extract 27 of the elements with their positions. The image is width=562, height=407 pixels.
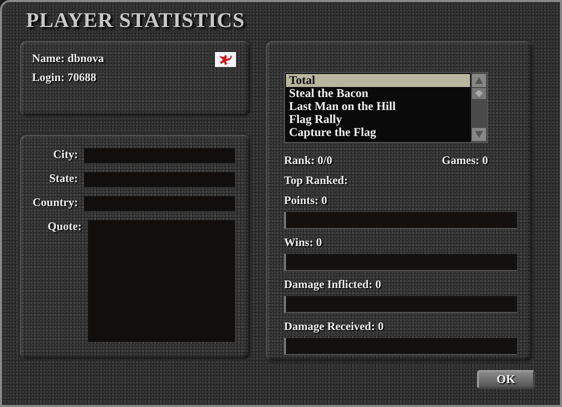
games-count: Games: 0 bbox=[442, 154, 488, 169]
text-field[interactable] bbox=[84, 148, 235, 163]
stat-label: Damage Inflicted: 0 bbox=[284, 278, 382, 293]
list-item[interactable]: Capture the Flag bbox=[286, 126, 470, 139]
field-label: Country: bbox=[32, 196, 78, 211]
list-item[interactable]: Flag Rally bbox=[286, 113, 470, 126]
ok-button[interactable]: OK bbox=[477, 370, 535, 389]
text-field[interactable] bbox=[84, 172, 235, 187]
top-ranked-label: Top Ranked: bbox=[284, 174, 349, 189]
stat-label: Points: 0 bbox=[284, 194, 328, 209]
field-label: State: bbox=[48, 172, 78, 187]
game-type-list[interactable]: Total Steal the Bacon Last Man on the Hill Flag Rally Capture the Flag bbox=[284, 72, 488, 143]
quote-field[interactable] bbox=[88, 220, 235, 342]
rank-text: Rank: 0/0 bbox=[284, 154, 332, 169]
stat-label: Wins: 0 bbox=[284, 236, 323, 251]
player-login: Login: 70688 bbox=[32, 71, 96, 86]
list-item[interactable]: Steal the Bacon bbox=[286, 87, 470, 100]
list-item[interactable]: Total bbox=[286, 74, 470, 87]
list-item[interactable]: Last Man on the Hill bbox=[286, 100, 470, 113]
scrollbar[interactable] bbox=[471, 73, 487, 142]
field-label: Quote: bbox=[46, 220, 82, 235]
window-title: PLAYER STATISTICS bbox=[25, 7, 246, 34]
text-field[interactable] bbox=[84, 196, 235, 211]
stat-label: Damage Received: 0 bbox=[284, 320, 385, 335]
field-label: City: bbox=[52, 148, 78, 163]
player-name: Name: dbnova bbox=[32, 52, 104, 67]
flag-icon bbox=[215, 52, 236, 67]
